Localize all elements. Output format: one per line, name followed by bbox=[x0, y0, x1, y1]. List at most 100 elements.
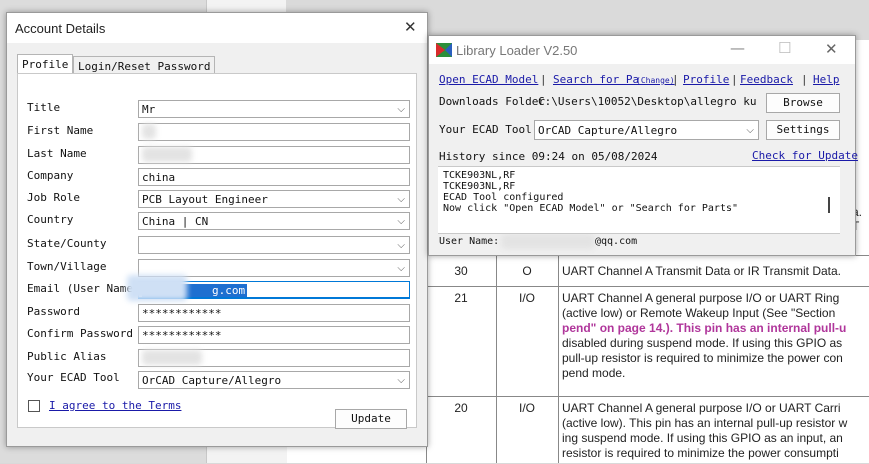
title-value: Mr bbox=[142, 103, 156, 116]
log-line: ECAD Tool configured bbox=[443, 192, 564, 203]
pin-description-line: (active low). This pin has an internal p… bbox=[562, 416, 848, 430]
pin-description-line: UART Channel A general purpose I/O or UA… bbox=[562, 401, 841, 415]
ecad-tool-label: Your ECAD Tool bbox=[27, 371, 120, 384]
pin-description-line: pull-up resistor is required to minimize… bbox=[562, 351, 843, 365]
state-select[interactable]: ⌵ bbox=[138, 236, 410, 254]
account-details-dialog: Account Details ✕ Profile Login/Reset Pa… bbox=[6, 12, 428, 447]
confirm-password-value: ************ bbox=[142, 329, 222, 342]
redacted-user-name bbox=[501, 234, 595, 249]
loader-title: Library Loader V2.50 bbox=[456, 43, 578, 58]
chevron-down-icon: ⌵ bbox=[397, 240, 405, 251]
close-icon[interactable]: ✕ bbox=[404, 18, 417, 36]
agree-terms-link[interactable]: I agree to the Terms bbox=[49, 399, 181, 412]
open-ecad-model-link[interactable]: Open ECAD Model bbox=[439, 73, 538, 86]
pin-description-line: disabled during suspend mode. If using t… bbox=[562, 336, 843, 350]
first-name-field[interactable] bbox=[138, 123, 410, 141]
history-log[interactable]: TCKE903NL,RF TCKE903NL,RF ECAD Tool conf… bbox=[438, 166, 840, 234]
country-label: Country bbox=[27, 213, 74, 226]
log-line: TCKE903NL,RF bbox=[443, 170, 516, 181]
country-select[interactable]: China | CN ⌵ bbox=[138, 212, 410, 230]
company-value: china bbox=[142, 171, 176, 184]
pin-table: 30 O UART Channel A Transmit Data or IR … bbox=[426, 255, 869, 463]
password-field[interactable]: ************ bbox=[138, 304, 410, 322]
search-parts-link[interactable]: Search for Pa bbox=[553, 73, 639, 86]
pin-description-line: UART Channel A Transmit Data or IR Trans… bbox=[562, 264, 841, 278]
chevron-down-icon: ⌵ bbox=[397, 263, 405, 274]
user-name-label: User Name: bbox=[439, 236, 500, 247]
table-row: 20 I/O UART Channel A general purpose I/… bbox=[426, 396, 869, 464]
job-role-label: Job Role bbox=[27, 191, 80, 204]
loader-ecad-tool-value: OrCAD Capture/Allegro bbox=[538, 124, 678, 137]
pin-number: 30 bbox=[454, 264, 468, 278]
pin-number: 21 bbox=[454, 291, 468, 305]
public-alias-label: Public Alias bbox=[27, 350, 107, 363]
history-label: History since 09:24 on 05/08/2024 bbox=[439, 150, 658, 163]
log-line: TCKE903NL,RF bbox=[443, 181, 516, 192]
account-titlebar: Account Details ✕ bbox=[7, 13, 427, 43]
account-dialog-title: Account Details bbox=[15, 21, 106, 36]
country-value: China | CN bbox=[142, 215, 209, 228]
pin-description-line: ing suspend mode. If using this GPIO as … bbox=[562, 431, 843, 445]
browse-button[interactable]: Browse bbox=[766, 93, 840, 113]
maximize-icon[interactable]: ☐ bbox=[778, 39, 791, 57]
email-label: Email (User Name) bbox=[27, 282, 140, 295]
last-name-label: Last Name bbox=[27, 147, 87, 160]
pin-type: O bbox=[522, 264, 532, 278]
pin-description-line: pend mode. bbox=[562, 366, 626, 380]
first-name-label: First Name bbox=[27, 124, 94, 137]
redacted-first-name bbox=[142, 124, 156, 139]
chevron-down-icon: ⌵ bbox=[746, 125, 754, 136]
pin-description-line: resistor is required to minimize the pow… bbox=[562, 446, 839, 460]
loader-ecad-tool-label: Your ECAD Tool bbox=[439, 123, 532, 136]
ecad-tool-select[interactable]: OrCAD Capture/Allegro ⌵ bbox=[138, 371, 410, 389]
downloads-folder-field[interactable]: C:\Users\10052\Desktop\allegro ku bbox=[535, 93, 759, 111]
redacted-public-alias bbox=[142, 350, 202, 365]
agree-checkbox[interactable] bbox=[28, 400, 40, 412]
profile-link[interactable]: Profile bbox=[683, 73, 729, 86]
change-link[interactable]: (Change) bbox=[636, 76, 675, 85]
chevron-down-icon: ⌵ bbox=[397, 375, 405, 386]
pin-description-line: pend" on page 14.). This pin has an inte… bbox=[562, 321, 847, 335]
company-label: Company bbox=[27, 169, 74, 182]
job-role-select[interactable]: PCB Layout Engineer ⌵ bbox=[138, 190, 410, 208]
downloads-folder-value: C:\Users\10052\Desktop\allegro ku bbox=[538, 95, 757, 108]
link-separator: | bbox=[731, 73, 738, 86]
redacted-last-name bbox=[142, 147, 192, 162]
log-scrollbar[interactable] bbox=[828, 197, 830, 213]
pin-number: 20 bbox=[454, 401, 468, 415]
update-button[interactable]: Update bbox=[335, 409, 407, 429]
downloads-folder-label: Downloads Folder bbox=[439, 95, 545, 108]
confirm-password-field[interactable]: ************ bbox=[138, 326, 410, 344]
state-label: State/County bbox=[27, 237, 107, 250]
close-icon[interactable]: ✕ bbox=[825, 40, 838, 58]
table-row: 30 O UART Channel A Transmit Data or IR … bbox=[426, 255, 869, 287]
loader-titlebar: Library Loader V2.50 — ☐ ✕ bbox=[429, 36, 855, 64]
confirm-password-label: Confirm Password bbox=[27, 327, 133, 340]
redacted-email bbox=[127, 275, 187, 301]
password-value: ************ bbox=[142, 307, 222, 320]
table-row: 21 I/O UART Channel A general purpose I/… bbox=[426, 286, 869, 397]
app-logo-icon bbox=[436, 43, 452, 57]
pin-type: I/O bbox=[518, 401, 535, 415]
settings-button[interactable]: Settings bbox=[766, 120, 840, 140]
title-select[interactable]: Mr ⌵ bbox=[138, 100, 410, 118]
link-separator: | bbox=[672, 73, 679, 86]
town-label: Town/Village bbox=[27, 260, 107, 273]
job-role-value: PCB Layout Engineer bbox=[142, 193, 268, 206]
help-link[interactable]: Help bbox=[813, 73, 840, 86]
user-email-suffix: @qq.com bbox=[595, 236, 638, 247]
password-label: Password bbox=[27, 305, 80, 318]
feedback-link[interactable]: Feedback bbox=[740, 73, 793, 86]
pin-description-line: (active low) or Remote Wakeup Input (See… bbox=[562, 306, 836, 320]
company-field[interactable]: china bbox=[138, 168, 410, 186]
loader-ecad-tool-select[interactable]: OrCAD Capture/Allegro ⌵ bbox=[534, 120, 759, 140]
pin-type: I/O bbox=[518, 291, 535, 305]
chevron-down-icon: ⌵ bbox=[397, 216, 405, 227]
title-label: Title bbox=[27, 101, 61, 114]
chevron-down-icon: ⌵ bbox=[397, 194, 405, 205]
ecad-tool-value: OrCAD Capture/Allegro bbox=[142, 374, 282, 387]
minimize-icon[interactable]: — bbox=[730, 39, 745, 57]
check-for-update-link[interactable]: Check for Update bbox=[752, 149, 858, 162]
log-line: Now click "Open ECAD Model" or "Search f… bbox=[443, 203, 739, 214]
pin-description-line: UART Channel A general purpose I/O or UA… bbox=[562, 291, 840, 305]
